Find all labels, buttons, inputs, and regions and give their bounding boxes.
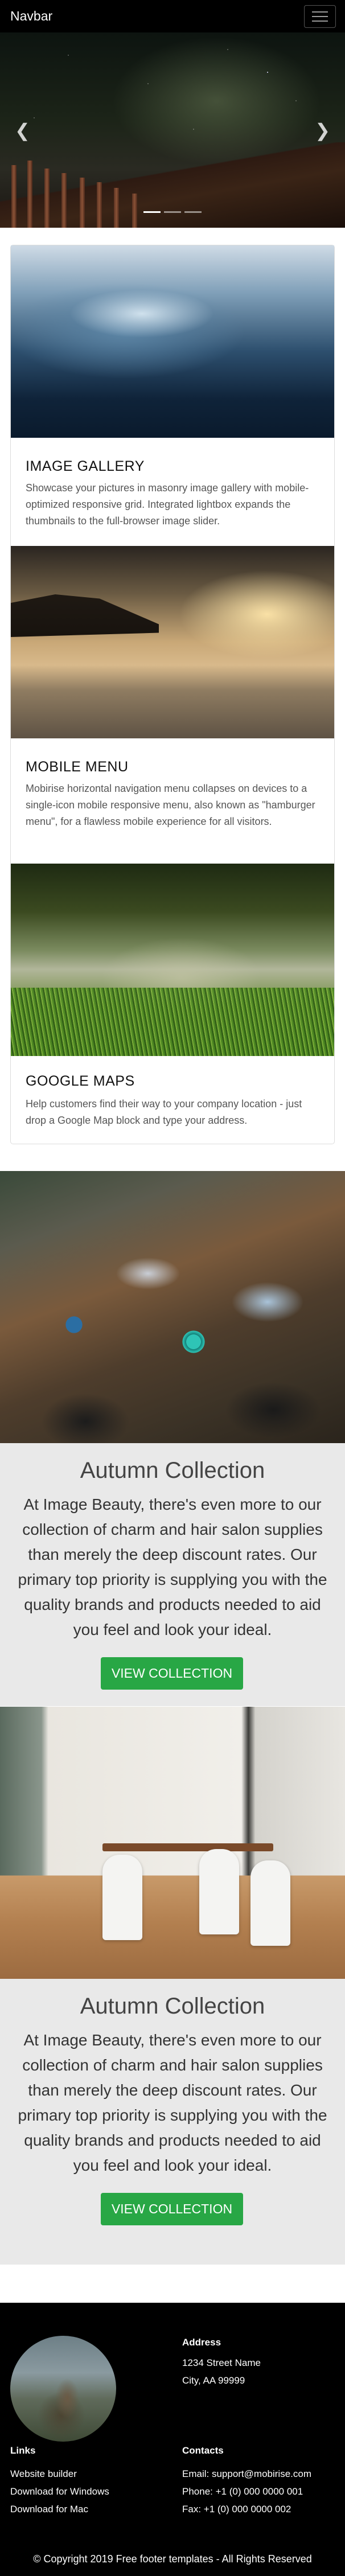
card-text: Help customers find their way to your co…	[26, 1098, 302, 1126]
card-title: IMAGE GALLERY	[26, 458, 145, 474]
footer-address-heading: Address	[182, 2337, 221, 2348]
feature-cards: IMAGE GALLERY Showcase your pictures in …	[10, 245, 335, 1144]
section-image-dining-room	[0, 1707, 345, 1979]
section-text: At Image Beauty, there's even more to ou…	[18, 1496, 327, 1638]
section-text: At Image Beauty, there's even more to ou…	[18, 2031, 327, 2174]
footer-contact-fax: Fax: +1 (0) 000 0000 002	[182, 2504, 291, 2515]
navbar-brand[interactable]: Navbar	[10, 9, 52, 24]
collection-section-1: Autumn Collection At Image Beauty, there…	[0, 1171, 345, 1706]
section-image-market	[0, 1171, 345, 1443]
navbar: Navbar	[0, 0, 345, 32]
footer-address-line: City, AA 99999	[182, 2375, 245, 2386]
carousel-indicator-3[interactable]	[184, 211, 202, 213]
footer-contact-phone: Phone: +1 (0) 000 0000 001	[182, 2486, 303, 2497]
carousel-indicators	[0, 211, 345, 213]
section-title: Autumn Collection	[80, 1458, 265, 1483]
hero-carousel: ❮ ❯	[0, 32, 345, 228]
footer-copyright: © Copyright 2019 Free footer templates -…	[33, 2553, 312, 2565]
footer-image-deer	[10, 2336, 116, 2442]
footer-link-download-windows[interactable]: Download for Windows	[10, 2483, 109, 2500]
card-text: Showcase your pictures in masonry image …	[26, 482, 309, 527]
footer-contact-email[interactable]: Email: support@mobirise.com	[182, 2465, 311, 2483]
footer-address-line: 1234 Street Name	[182, 2357, 261, 2368]
card-text: Mobirise horizontal navigation menu coll…	[26, 783, 315, 827]
carousel-prev-icon[interactable]: ❮	[15, 120, 30, 141]
card-image-pier	[11, 546, 334, 738]
carousel-indicator-2[interactable]	[164, 211, 181, 213]
hamburger-menu-icon[interactable]	[304, 5, 336, 28]
view-collection-button[interactable]: VIEW COLLECTION	[101, 1657, 243, 1690]
view-collection-button[interactable]: VIEW COLLECTION	[101, 2193, 243, 2225]
section-title: Autumn Collection	[80, 1994, 265, 2019]
footer-link-download-mac[interactable]: Download for Mac	[10, 2500, 88, 2518]
card-image-dock	[11, 864, 334, 1056]
card-image-wave	[11, 245, 334, 438]
carousel-next-icon[interactable]: ❯	[315, 120, 330, 141]
footer-contacts-heading: Contacts	[182, 2445, 224, 2456]
collection-section-2: Autumn Collection At Image Beauty, there…	[0, 1707, 345, 2265]
page: Navbar ❮ ❯ IMAGE GALLERY Showcase your p…	[0, 0, 345, 2576]
carousel-indicator-1[interactable]	[143, 211, 161, 213]
card-title: MOBILE MENU	[26, 759, 129, 775]
footer: Address 1234 Street Name City, AA 99999 …	[0, 2303, 345, 2576]
footer-links-heading: Links	[10, 2445, 36, 2456]
carousel-image-fence	[0, 142, 345, 228]
card-title: GOOGLE MAPS	[26, 1073, 135, 1089]
footer-link-website-builder[interactable]: Website builder	[10, 2465, 77, 2483]
